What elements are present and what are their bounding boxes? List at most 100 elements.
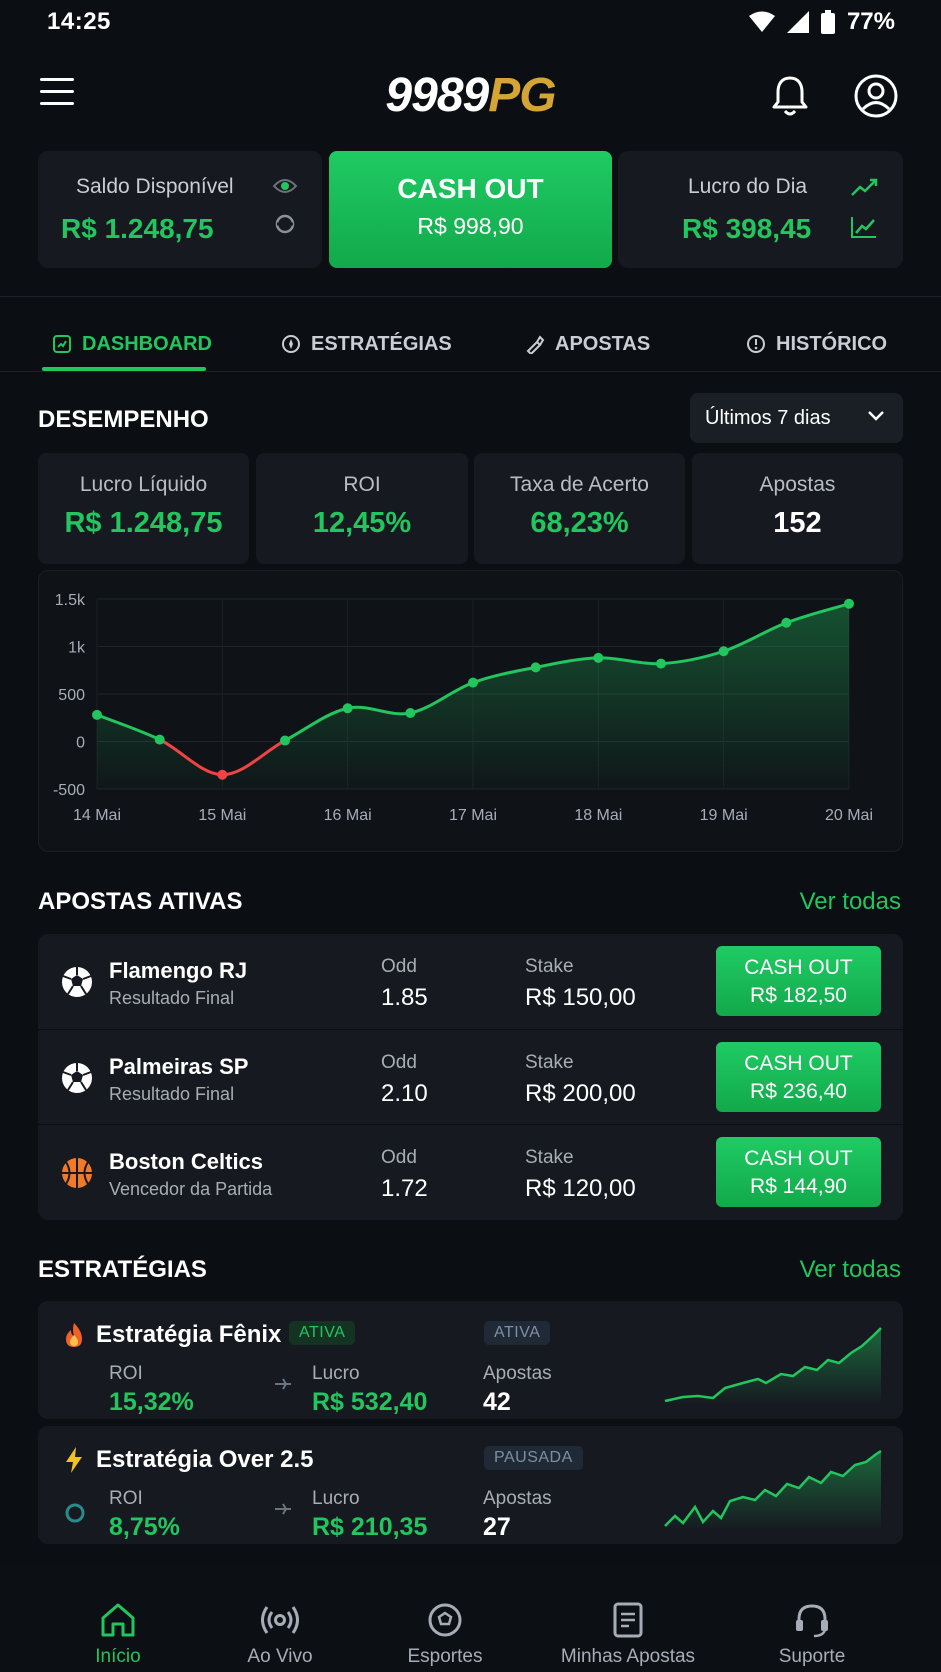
profit-label: Lucro bbox=[312, 1363, 360, 1384]
chart-data-point bbox=[217, 769, 228, 780]
stake-value: R$ 150,00 bbox=[525, 984, 636, 1011]
bottom-navigation: Início Ao Vivo Esportes Minhas Apostas S… bbox=[0, 1566, 941, 1672]
x-tick-label: 20 Mai bbox=[825, 807, 873, 824]
cashout-value: R$ 236,40 bbox=[750, 1080, 847, 1103]
fire-icon bbox=[66, 1323, 82, 1347]
strategy-card[interactable]: Estratégia Fênix ATIVA ATIVA ROI 15,32% … bbox=[38, 1301, 903, 1419]
bet-market: Vencedor da Partida bbox=[109, 1179, 273, 1199]
x-tick-label: 19 Mai bbox=[700, 807, 748, 824]
daily-profit-card: Lucro do Dia R$ 398,45 bbox=[618, 151, 903, 268]
stake-label: Stake bbox=[525, 1052, 574, 1073]
stat-value: 12,45% bbox=[312, 507, 412, 539]
cashout-button[interactable]: CASH OUT R$ 144,90 bbox=[716, 1137, 881, 1207]
tab-history-label: HISTÓRICO bbox=[776, 332, 888, 355]
active-bets-see-all-link[interactable]: Ver todas bbox=[800, 888, 901, 916]
stat-card-hit-rate: Taxa de Acerto 68,23% bbox=[474, 453, 685, 564]
cashout-label: CASH OUT bbox=[744, 1052, 853, 1075]
strategy-active-badge: ATIVA bbox=[289, 1321, 356, 1345]
nav-my-bets-label: Minhas Apostas bbox=[560, 1646, 696, 1667]
bet-row[interactable]: Palmeiras SP Resultado Final Odd 2.10 St… bbox=[38, 1029, 903, 1124]
home-icon bbox=[101, 1603, 135, 1637]
x-tick-label: 18 Mai bbox=[574, 807, 622, 824]
user-profile-icon[interactable] bbox=[854, 74, 898, 118]
odd-label: Odd bbox=[381, 1147, 417, 1168]
cashout-button[interactable]: CASH OUT R$ 182,50 bbox=[716, 946, 881, 1016]
bet-row[interactable]: Flamengo RJ Resultado Final Odd 1.85 Sta… bbox=[38, 934, 903, 1029]
balance-card: Saldo Disponível R$ 1.248,75 bbox=[38, 151, 322, 268]
stake-label: Stake bbox=[525, 1147, 574, 1168]
bets-value: 42 bbox=[483, 1388, 511, 1416]
roi-label: ROI bbox=[109, 1363, 143, 1384]
cashout-label: CASH OUT bbox=[744, 956, 853, 979]
trend-up-icon bbox=[851, 178, 878, 196]
status-icons: 77% bbox=[748, 8, 895, 36]
stake-value: R$ 200,00 bbox=[525, 1080, 636, 1107]
nav-home-label: Início bbox=[95, 1646, 141, 1667]
nav-support-label: Suporte bbox=[778, 1646, 846, 1667]
active-bets-title: APOSTAS ATIVAS bbox=[38, 888, 243, 915]
stake-label: Stake bbox=[525, 956, 574, 977]
y-tick-label: 0 bbox=[76, 735, 85, 752]
tab-dashboard[interactable]: DASHBOARD bbox=[52, 318, 212, 370]
cashout-main-value: R$ 998,90 bbox=[417, 213, 524, 239]
profit-value: R$ 210,35 bbox=[312, 1513, 428, 1541]
refresh-icon[interactable] bbox=[274, 213, 296, 235]
sparkline-chart bbox=[664, 1327, 882, 1405]
eye-icon[interactable] bbox=[272, 175, 298, 197]
nav-my-bets[interactable]: Minhas Apostas bbox=[543, 1566, 713, 1672]
receipt-icon bbox=[613, 1602, 643, 1638]
strategy-icon bbox=[282, 335, 300, 353]
stat-value: 68,23% bbox=[530, 507, 629, 539]
stat-card-bets: Apostas 152 bbox=[692, 453, 903, 564]
ticket-icon bbox=[526, 335, 545, 354]
plane-icon bbox=[275, 1503, 291, 1515]
signal-icon bbox=[786, 11, 809, 33]
soccer-ball-icon bbox=[62, 1063, 92, 1093]
performance-chart: 1.5k 1k 500 0 -500 14 Mai 15 Mai 16 Mai 17 Mai 18… bbox=[38, 570, 903, 852]
strategy-name: Estratégia Fênix bbox=[96, 1321, 282, 1348]
strategies-see-all-link[interactable]: Ver todas bbox=[800, 1256, 901, 1284]
strategy-status-badge: PAUSADA bbox=[484, 1446, 583, 1470]
refresh-icon bbox=[65, 1503, 85, 1523]
nav-support[interactable]: Suporte bbox=[727, 1566, 897, 1672]
stat-card-roi: ROI 12,45% bbox=[256, 453, 468, 564]
odd-value: 1.85 bbox=[381, 984, 428, 1011]
battery-percent: 77% bbox=[846, 8, 895, 35]
odd-value: 1.72 bbox=[381, 1175, 428, 1202]
period-dropdown-value: Últimos 7 dias bbox=[705, 406, 831, 429]
balance-label: Saldo Disponível bbox=[76, 175, 234, 198]
profit-label: Lucro bbox=[312, 1488, 360, 1509]
bell-icon[interactable] bbox=[770, 74, 810, 118]
tab-bets[interactable]: APOSTAS bbox=[525, 318, 650, 370]
performance-title: DESEMPENHO bbox=[38, 406, 209, 433]
sparkline-chart bbox=[664, 1450, 882, 1530]
strategy-card[interactable]: Estratégia Over 2.5 PAUSADA ROI 8,75% Lu… bbox=[38, 1426, 903, 1544]
nav-live[interactable]: Ao Vivo bbox=[195, 1566, 365, 1672]
stat-label: ROI bbox=[343, 473, 381, 496]
chart-up-icon bbox=[851, 217, 876, 238]
cashout-button[interactable]: CASH OUT R$ 236,40 bbox=[716, 1042, 881, 1112]
tab-strategies[interactable]: ESTRATÉGIAS bbox=[281, 318, 452, 370]
chart-data-point bbox=[405, 708, 416, 718]
active-bets-list: Flamengo RJ Resultado Final Odd 1.85 Sta… bbox=[38, 934, 903, 1220]
odd-label: Odd bbox=[381, 956, 417, 977]
tab-history[interactable]: HISTÓRICO bbox=[746, 318, 887, 370]
strategy-name: Estratégia Over 2.5 bbox=[96, 1446, 314, 1473]
strategy-status-badge: ATIVA bbox=[484, 1321, 551, 1345]
chart-data-point bbox=[593, 652, 604, 663]
chevron-down-icon bbox=[868, 411, 884, 421]
bet-row[interactable]: Boston Celtics Vencedor da Partida Odd 1… bbox=[38, 1124, 903, 1219]
divider bbox=[0, 371, 941, 372]
nav-home[interactable]: Início bbox=[33, 1566, 203, 1672]
live-broadcast-icon bbox=[261, 1606, 299, 1634]
y-tick-label: 1.5k bbox=[55, 592, 86, 609]
cashout-main-button[interactable]: CASH OUT R$ 998,90 bbox=[329, 151, 612, 268]
chart-data-point bbox=[656, 658, 666, 669]
bet-market: Resultado Final bbox=[109, 1084, 235, 1104]
period-dropdown[interactable]: Últimos 7 dias bbox=[690, 393, 903, 443]
nav-sports[interactable]: Esportes bbox=[360, 1566, 530, 1672]
basketball-icon bbox=[62, 1158, 92, 1188]
tab-dashboard-label: DASHBOARD bbox=[82, 332, 212, 355]
chart-data-point bbox=[718, 646, 729, 657]
battery-icon bbox=[820, 10, 835, 34]
